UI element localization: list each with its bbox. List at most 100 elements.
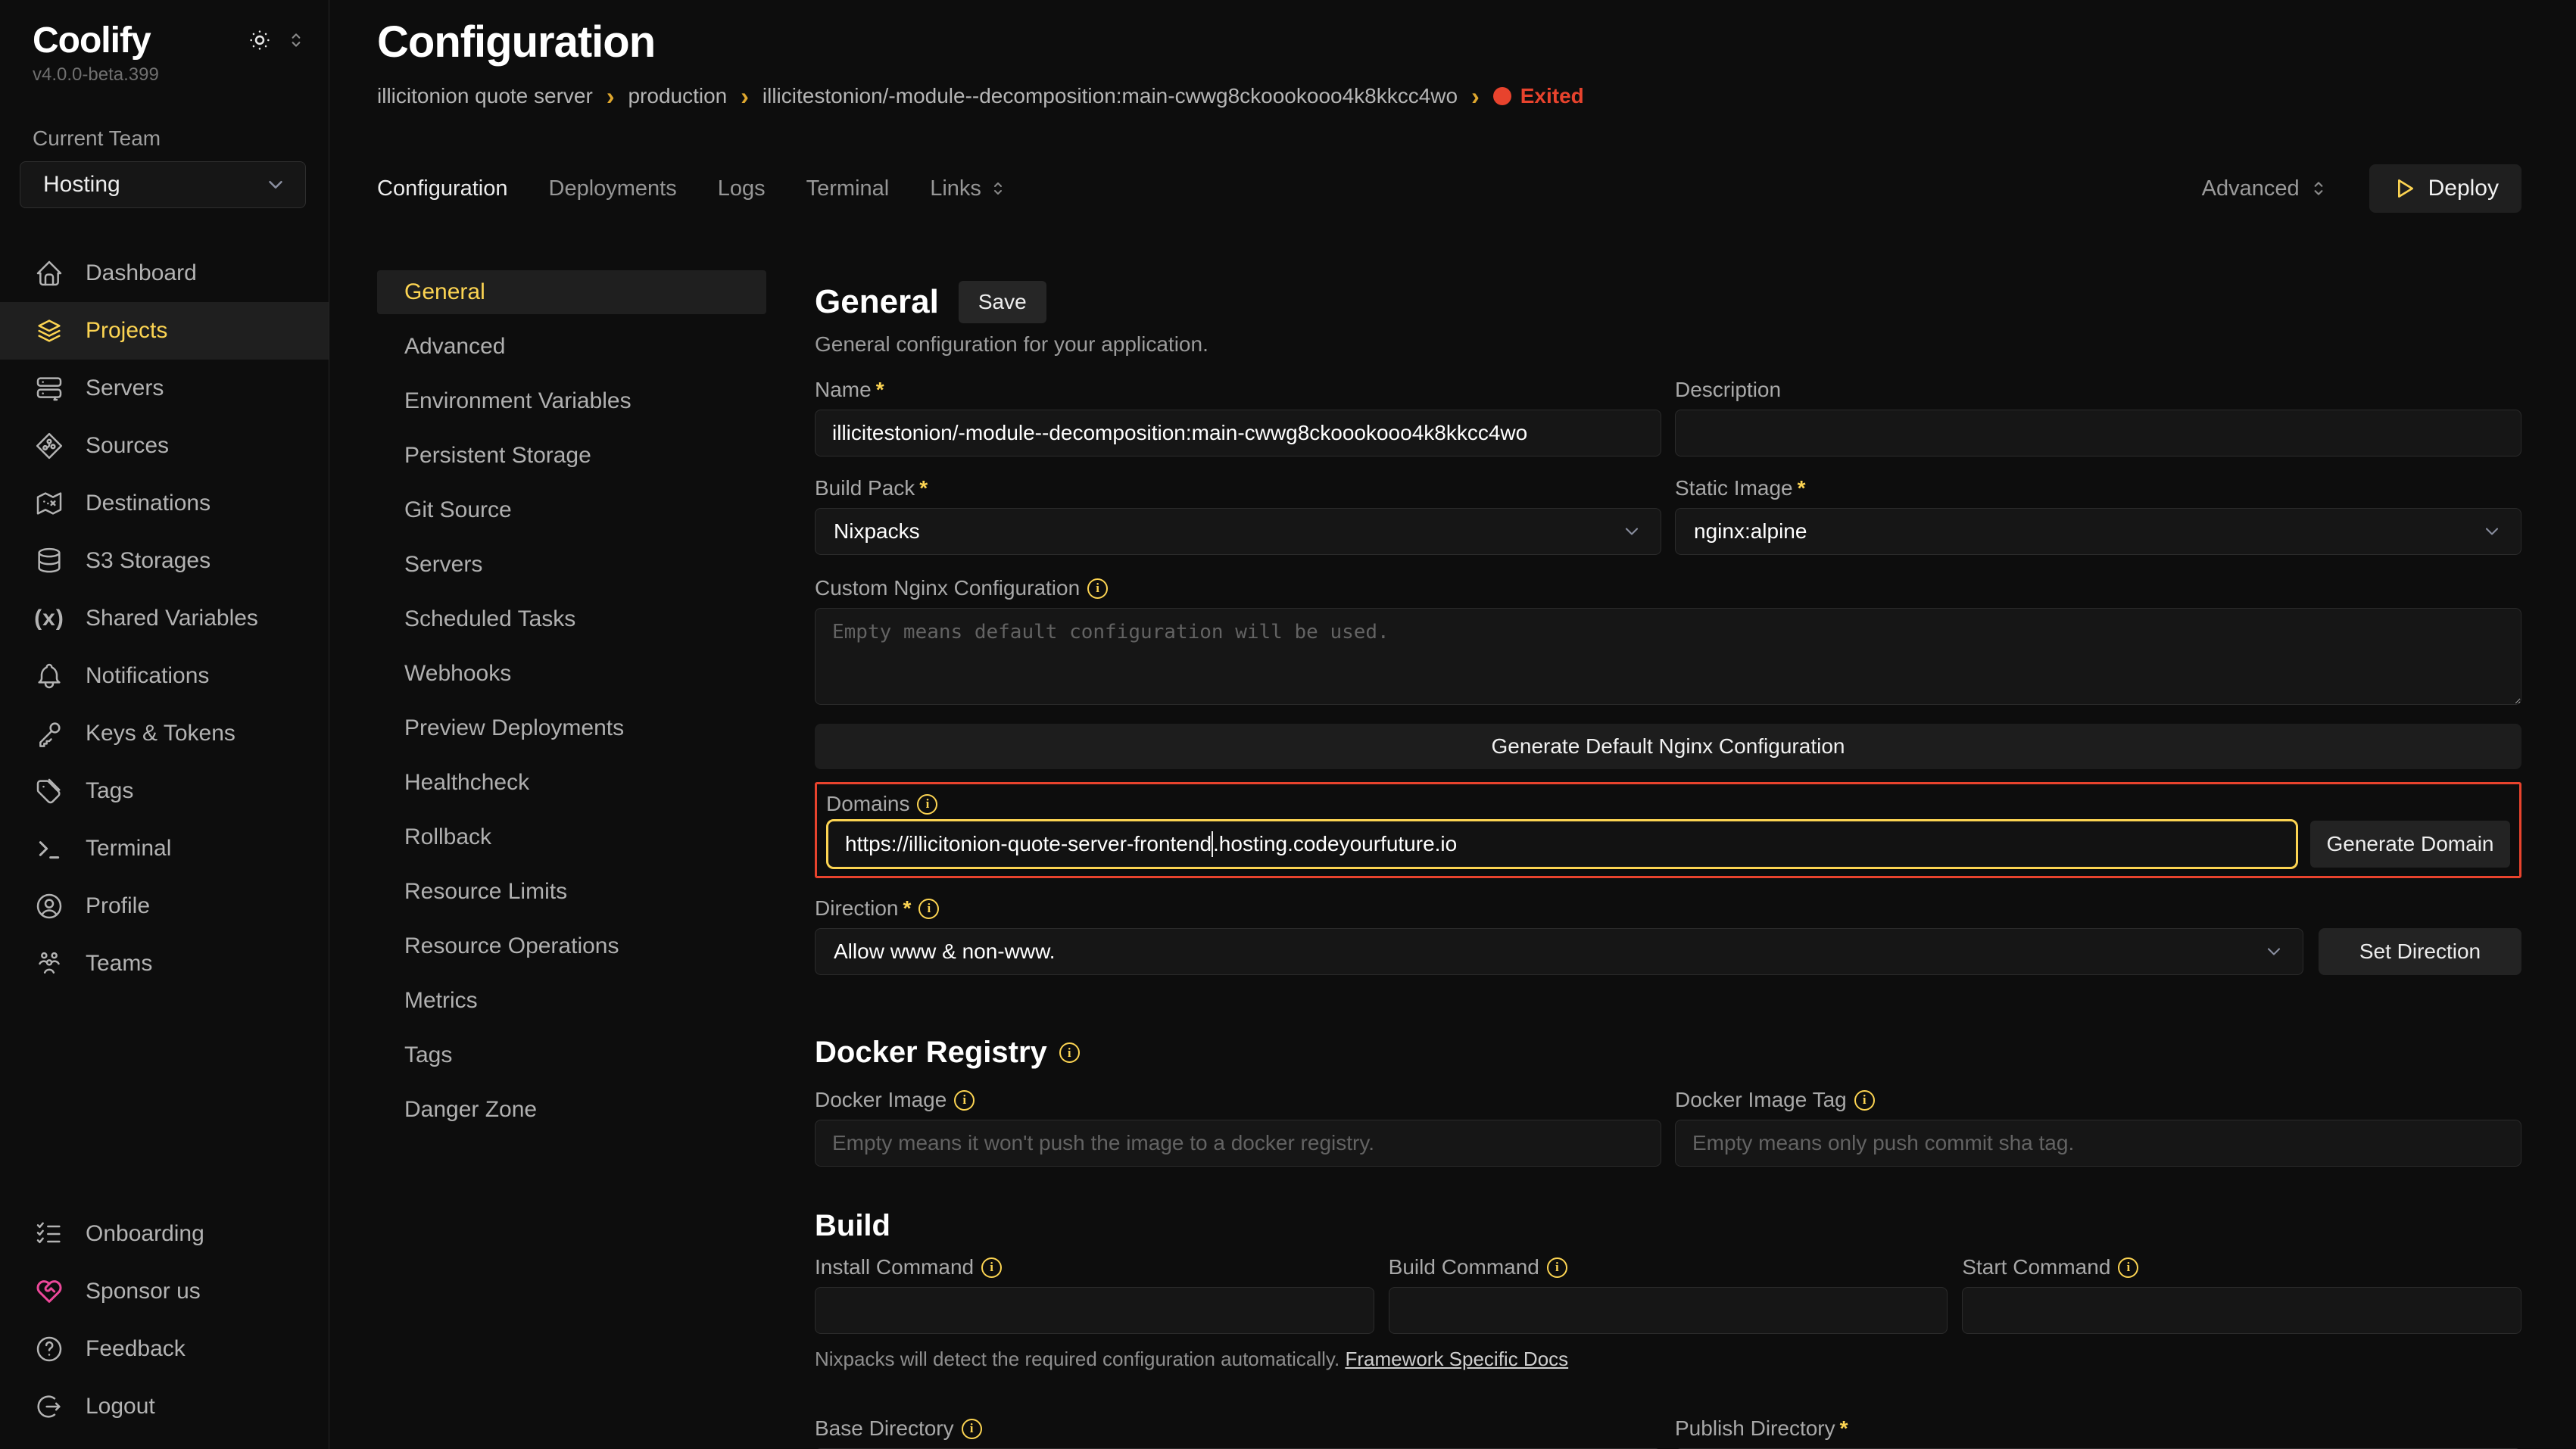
direction-select[interactable]: Allow www & non-www.	[815, 928, 2303, 975]
static-image-select[interactable]: nginx:alpine	[1675, 508, 2521, 555]
sidebar-item-label: Shared Variables	[86, 606, 258, 631]
status-dot-icon	[1493, 87, 1511, 105]
docker-image-label: Docker Image	[815, 1088, 947, 1112]
app-version: v4.0.0-beta.399	[0, 64, 329, 86]
chevron-down-icon	[2263, 941, 2284, 962]
advanced-dropdown[interactable]: Advanced	[2202, 176, 2328, 201]
framework-docs-link[interactable]: Framework Specific Docs	[1345, 1348, 1568, 1370]
theme-sun-icon[interactable]	[247, 27, 273, 53]
advanced-label: Advanced	[2202, 176, 2300, 201]
subnav-item-servers[interactable]: Servers	[377, 543, 766, 587]
subnav-item-general[interactable]: General	[377, 270, 766, 314]
subnav-item-scheduled-tasks[interactable]: Scheduled Tasks	[377, 597, 766, 641]
info-icon[interactable]	[962, 1419, 982, 1439]
domains-highlight-box: Domains https://illicitonion-quote-serve…	[815, 782, 2521, 878]
sidebar-item-onboarding[interactable]: Onboarding	[0, 1205, 329, 1263]
subnav-item-advanced[interactable]: Advanced	[377, 325, 766, 369]
sidebar-item-destinations[interactable]: Destinations	[0, 475, 329, 532]
user-circle-icon	[34, 891, 64, 921]
sidebar-item-label: Destinations	[86, 491, 211, 516]
subnav-item-resource-limits[interactable]: Resource Limits	[377, 870, 766, 914]
breadcrumb-application[interactable]: illicitestonion/-module--decomposition:m…	[763, 84, 1458, 108]
sidebar-item-tags[interactable]: Tags	[0, 762, 329, 820]
sidebar-item-label: Onboarding	[86, 1221, 204, 1247]
info-icon[interactable]	[1059, 1042, 1080, 1063]
info-icon[interactable]	[954, 1090, 975, 1111]
sidebar-item-keys-tokens[interactable]: Keys & Tokens	[0, 705, 329, 762]
info-icon[interactable]	[918, 899, 939, 919]
subnav-item-environment-variables[interactable]: Environment Variables	[377, 379, 766, 423]
info-icon[interactable]	[1087, 578, 1108, 599]
sidebar-item-label: Feedback	[86, 1336, 186, 1362]
sidebar-item-label: Tags	[86, 778, 133, 804]
sidebar-item-servers[interactable]: Servers	[0, 360, 329, 417]
generate-domain-button[interactable]: Generate Domain	[2310, 821, 2510, 868]
breadcrumb-project[interactable]: illicitonion quote server	[377, 84, 593, 108]
domains-value-after-cursor: .hosting.codeyourfuture.io	[1213, 832, 1457, 856]
home-icon	[34, 258, 64, 288]
sidebar-item-dashboard[interactable]: Dashboard	[0, 245, 329, 302]
sidebar-item-profile[interactable]: Profile	[0, 877, 329, 935]
sidebar-item-shared-variables[interactable]: Shared Variables	[0, 590, 329, 647]
sidebar-item-label: Dashboard	[86, 260, 197, 286]
chevrons-up-down-icon	[2309, 179, 2328, 198]
chevron-down-icon	[264, 173, 287, 196]
tab-logs[interactable]: Logs	[718, 176, 766, 201]
subnav-item-webhooks[interactable]: Webhooks	[377, 652, 766, 696]
docker-image-tag-input[interactable]	[1675, 1120, 2521, 1167]
name-input[interactable]	[815, 410, 1661, 457]
domains-input[interactable]: https://illicitonion-quote-server-fronte…	[826, 819, 2298, 869]
tab-configuration[interactable]: Configuration	[377, 176, 508, 201]
subnav-item-healthcheck[interactable]: Healthcheck	[377, 761, 766, 805]
sidebar-item-projects[interactable]: Projects	[0, 302, 329, 360]
info-icon[interactable]	[981, 1257, 1002, 1278]
install-command-label: Install Command	[815, 1255, 974, 1279]
subnav-item-resource-operations[interactable]: Resource Operations	[377, 924, 766, 968]
subnav-item-rollback[interactable]: Rollback	[377, 815, 766, 859]
start-command-input[interactable]	[1962, 1287, 2521, 1334]
build-pack-select[interactable]: Nixpacks	[815, 508, 1661, 555]
tab-terminal[interactable]: Terminal	[806, 176, 890, 201]
tab-links[interactable]: Links	[930, 176, 1007, 201]
sidebar-item-logout[interactable]: Logout	[0, 1378, 329, 1435]
build-command-input[interactable]	[1389, 1287, 1948, 1334]
sidebar-item-label: Teams	[86, 951, 152, 977]
sidebar-item-label: Profile	[86, 893, 150, 919]
breadcrumb-environment[interactable]: production	[628, 84, 727, 108]
sidebar-item-sources[interactable]: Sources	[0, 417, 329, 475]
info-icon[interactable]	[1854, 1090, 1875, 1111]
subnav-item-danger-zone[interactable]: Danger Zone	[377, 1088, 766, 1132]
subnav-item-tags[interactable]: Tags	[377, 1033, 766, 1077]
subnav-item-preview-deployments[interactable]: Preview Deployments	[377, 706, 766, 750]
subnav-item-git-source[interactable]: Git Source	[377, 488, 766, 532]
team-select[interactable]: Hosting	[20, 161, 306, 208]
description-input[interactable]	[1675, 410, 2521, 457]
start-command-label: Start Command	[1962, 1255, 2110, 1279]
subnav-item-metrics[interactable]: Metrics	[377, 979, 766, 1023]
general-heading: General	[815, 283, 939, 321]
tab-links-label: Links	[930, 176, 981, 201]
docker-image-input[interactable]	[815, 1120, 1661, 1167]
install-command-input[interactable]	[815, 1287, 1374, 1334]
set-direction-button[interactable]: Set Direction	[2319, 928, 2521, 975]
sidebar-item-teams[interactable]: Teams	[0, 935, 329, 992]
subnav-item-persistent-storage[interactable]: Persistent Storage	[377, 434, 766, 478]
sidebar-item-notifications[interactable]: Notifications	[0, 647, 329, 705]
tab-deployments[interactable]: Deployments	[549, 176, 677, 201]
generate-nginx-button[interactable]: Generate Default Nginx Configuration	[815, 724, 2521, 769]
theme-selector-chevrons-icon[interactable]	[286, 30, 306, 50]
nginx-config-textarea[interactable]	[815, 608, 2521, 705]
save-button[interactable]: Save	[959, 281, 1046, 323]
breadcrumb: illicitonion quote server production ill…	[377, 84, 2521, 108]
sidebar-item-s3-storages[interactable]: S3 Storages	[0, 532, 329, 590]
info-icon[interactable]	[1547, 1257, 1567, 1278]
sidebar-item-terminal[interactable]: Terminal	[0, 820, 329, 877]
build-pack-label: Build Pack	[815, 476, 928, 500]
info-icon[interactable]	[2118, 1257, 2138, 1278]
info-icon[interactable]	[917, 794, 937, 815]
sidebar-item-label: Servers	[86, 375, 164, 401]
deploy-button[interactable]: Deploy	[2369, 164, 2521, 213]
sidebar-item-feedback[interactable]: Feedback	[0, 1320, 329, 1378]
sidebar-item-sponsor[interactable]: Sponsor us	[0, 1263, 329, 1320]
heart-handshake-icon	[34, 1276, 64, 1307]
